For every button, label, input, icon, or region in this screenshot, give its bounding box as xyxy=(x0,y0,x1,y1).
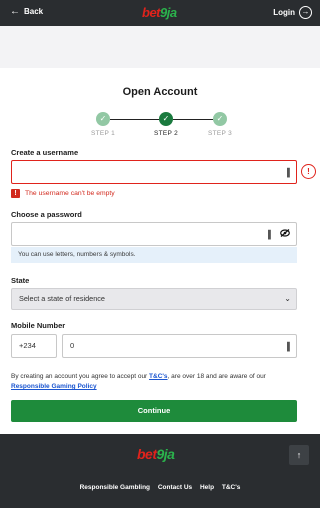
state-select[interactable]: Select a state of residence ⌄ xyxy=(11,288,297,310)
country-code-field[interactable]: +234 xyxy=(11,334,57,358)
step-3-label: STEP 3 xyxy=(207,130,233,137)
step-progress: ✓ ✓ ✓ STEP 1 STEP 2 STEP 3 xyxy=(70,112,260,142)
continue-button[interactable]: Continue xyxy=(11,400,297,422)
state-label: State xyxy=(11,276,30,285)
back-label: Back xyxy=(24,7,44,16)
text-cursor-icon: ▌ xyxy=(268,230,274,239)
chevron-down-icon: ⌄ xyxy=(284,294,291,303)
page-title: Open Account xyxy=(122,86,198,98)
step-connector-2 xyxy=(173,119,213,120)
top-bar: ← Back bet9ja Login → xyxy=(0,0,320,26)
footer-logo-9ja: 9ja xyxy=(156,446,175,462)
terms-text: By creating an account you agree to acce… xyxy=(11,372,303,392)
terms-text-start: By creating an account you agree to acce… xyxy=(11,373,150,380)
logo-text-9ja: 9ja xyxy=(160,5,177,20)
step-3-check-icon: ✓ xyxy=(213,112,227,126)
tc-link[interactable]: T&C's xyxy=(149,373,168,380)
login-button[interactable]: Login → xyxy=(273,6,312,19)
footer-link-help[interactable]: Help xyxy=(200,484,214,491)
username-error: ! The username can't be empty xyxy=(11,189,115,198)
footer-logo-bet: bet xyxy=(137,446,157,462)
footer-links: Responsible Gambling Contact Us Help T&C… xyxy=(0,484,320,491)
username-input[interactable] xyxy=(11,160,297,184)
footer: bet9ja ↑ Responsible Gambling Contact Us… xyxy=(0,434,320,508)
password-input[interactable] xyxy=(11,222,297,246)
step-connector-1 xyxy=(110,119,159,120)
footer-link-tcs[interactable]: T&C's xyxy=(222,484,241,491)
step-2-check-icon: ✓ xyxy=(159,112,173,126)
back-button[interactable]: ← Back xyxy=(10,5,44,17)
scroll-to-top-button[interactable]: ↑ xyxy=(289,445,309,465)
text-cursor-icon: ▌ xyxy=(287,168,293,177)
footer-logo[interactable]: bet9ja xyxy=(137,446,175,462)
step-1-label: STEP 1 xyxy=(90,130,116,137)
eye-hidden-icon[interactable] xyxy=(280,229,290,237)
step-2-label: STEP 2 xyxy=(153,130,179,137)
state-select-value: Select a state of residence xyxy=(19,294,105,303)
username-label: Create a username xyxy=(11,148,79,157)
brand-logo[interactable]: bet9ja xyxy=(142,5,177,20)
footer-link-responsible-gambling[interactable]: Responsible Gambling xyxy=(80,484,150,491)
logo-text-bet: bet xyxy=(142,5,161,20)
mobile-number-input[interactable]: 0 xyxy=(62,334,297,358)
login-label: Login xyxy=(273,8,295,17)
error-icon: ! xyxy=(11,189,20,198)
terms-text-middle: , are over 18 and are aware of our xyxy=(167,373,266,380)
footer-link-contact-us[interactable]: Contact Us xyxy=(158,484,192,491)
text-cursor-icon: ▌ xyxy=(287,342,293,351)
login-arrow-icon: → xyxy=(299,6,312,19)
responsible-gaming-link[interactable]: Responsible Gaming Policy xyxy=(11,383,97,390)
promo-band xyxy=(0,26,320,68)
arrow-left-icon: ← xyxy=(10,5,20,17)
password-hint: You can use letters, numbers & symbols. xyxy=(11,247,297,263)
step-1-check-icon: ✓ xyxy=(96,112,110,126)
password-label: Choose a password xyxy=(11,210,82,219)
username-error-text: The username can't be empty xyxy=(25,190,115,197)
mobile-label: Mobile Number xyxy=(11,321,66,330)
error-alert-icon: ! xyxy=(301,164,316,179)
